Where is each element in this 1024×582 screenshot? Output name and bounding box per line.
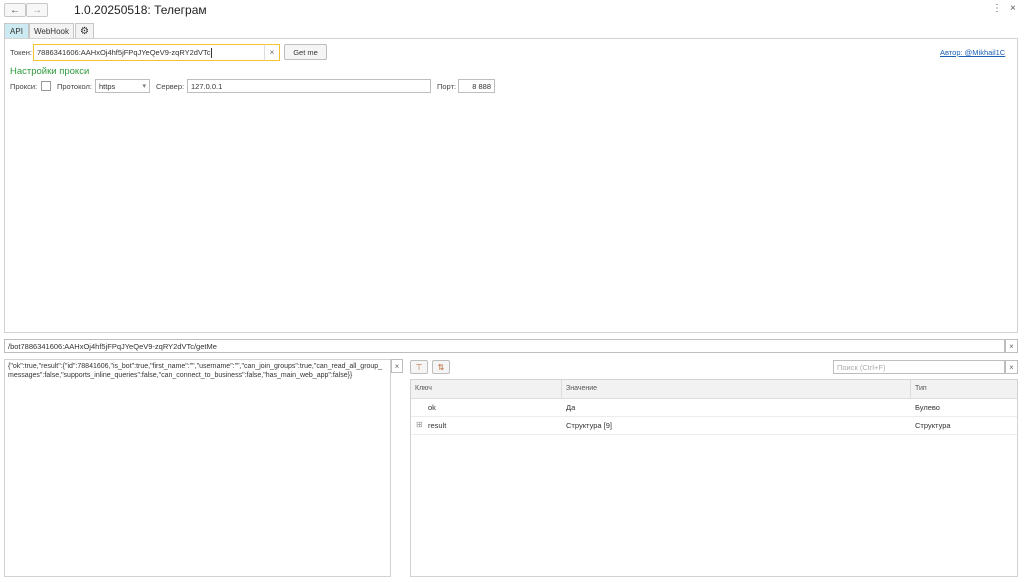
get-me-button[interactable]: Get me <box>284 44 327 60</box>
token-input[interactable]: 7886341606:AAHxOj4hf5jFPqJYeQeV9-zqRY2dV… <box>33 44 265 61</box>
table-row[interactable]: ok Да Булево <box>411 399 1017 417</box>
result-tree-grid[interactable]: Ключ Значение Тип ok Да Булево ⊞ result … <box>410 379 1018 577</box>
row-value: Структура [9] <box>566 421 613 430</box>
token-value: 7886341606:AAHxOj4hf5jFPqJYeQeV9-zqRY2dV… <box>37 48 211 57</box>
port-label: Порт: <box>437 82 457 91</box>
tab-api-label: API <box>10 26 23 36</box>
protocol-label: Протокол: <box>57 82 92 91</box>
back-arrow-icon: ← <box>10 4 20 16</box>
window-title: 1.0.20250518: Телеграм <box>74 3 207 17</box>
tab-api[interactable]: API <box>4 23 29 38</box>
forward-arrow-icon: → <box>32 4 42 16</box>
close-icon: × <box>1010 3 1016 14</box>
table-row[interactable]: ⊞ result Структура [9] Структура <box>411 417 1017 435</box>
token-clear-button[interactable]: × <box>264 44 280 61</box>
sort-icon: ⇅ <box>437 362 445 372</box>
proxy-checkbox[interactable] <box>41 81 51 91</box>
server-value: 127.0.0.1 <box>191 81 223 91</box>
expand-plus-icon[interactable]: ⊞ <box>416 420 423 429</box>
more-menu-button[interactable]: ⋮ <box>992 3 1002 14</box>
tab-settings[interactable]: ⚙ <box>75 23 94 38</box>
grid-header: Ключ Значение Тип <box>411 380 1017 399</box>
column-key-header[interactable]: Ключ <box>415 385 432 392</box>
chevron-down-icon: ▾ <box>142 83 146 90</box>
server-input[interactable]: 127.0.0.1 <box>187 79 431 93</box>
search-input[interactable]: Поиск (Ctrl+F) <box>833 360 1005 374</box>
forward-button[interactable]: → <box>26 3 48 17</box>
request-url-clear-button[interactable]: × <box>1005 339 1018 353</box>
close-window-button[interactable]: × <box>1010 3 1016 14</box>
back-button[interactable]: ← <box>4 3 26 17</box>
column-divider <box>910 380 911 398</box>
expand-all-button[interactable]: ⊤ <box>410 360 428 374</box>
protocol-value: https <box>99 81 116 91</box>
more-vertical-icon: ⋮ <box>992 3 1002 14</box>
column-divider <box>561 380 562 398</box>
expand-tree-icon: ⊤ <box>415 362 423 372</box>
tab-webhook-label: WebHook <box>34 26 69 36</box>
row-key: result <box>428 421 447 430</box>
request-url-field[interactable]: /bot7886341606:AAHxOj4hf5jFPqJYeQeV9-zqR… <box>4 339 1005 353</box>
clear-icon: × <box>394 361 400 371</box>
text-cursor <box>211 47 213 58</box>
row-type: Булево <box>915 403 940 412</box>
json-clear-button[interactable]: × <box>391 359 403 373</box>
column-value-header[interactable]: Значение <box>566 385 597 392</box>
clear-icon: × <box>269 48 275 57</box>
row-type: Структура <box>915 421 951 430</box>
proxy-label: Прокси: <box>10 82 38 91</box>
search-placeholder: Поиск (Ctrl+F) <box>837 362 886 372</box>
clear-icon: × <box>1009 362 1014 372</box>
row-key: ok <box>428 403 436 412</box>
row-value: Да <box>566 403 576 412</box>
clear-icon: × <box>1009 341 1014 351</box>
json-response-textarea[interactable]: {"ok":true,"result":{"id":78841606,"is_b… <box>4 359 391 577</box>
port-value: 8 888 <box>472 81 491 91</box>
json-response-text: {"ok":true,"result":{"id":78841606,"is_b… <box>8 363 383 379</box>
sort-button[interactable]: ⇅ <box>432 360 450 374</box>
protocol-select[interactable]: https ▾ <box>95 79 150 93</box>
server-label: Сервер: <box>156 82 185 91</box>
gear-icon: ⚙ <box>80 25 89 37</box>
author-link[interactable]: Автор: @Mikhail1C <box>940 48 1005 57</box>
tab-webhook[interactable]: WebHook <box>29 23 74 38</box>
search-clear-button[interactable]: × <box>1005 360 1018 374</box>
get-me-label: Get me <box>293 47 318 57</box>
token-label: Токен: <box>10 48 32 57</box>
column-type-header[interactable]: Тип <box>915 385 927 392</box>
request-url-value: /bot7886341606:AAHxOj4hf5jFPqJYeQeV9-zqR… <box>8 341 217 351</box>
port-input[interactable]: 8 888 <box>458 79 495 93</box>
proxy-section-title: Настройки прокси <box>10 66 90 77</box>
